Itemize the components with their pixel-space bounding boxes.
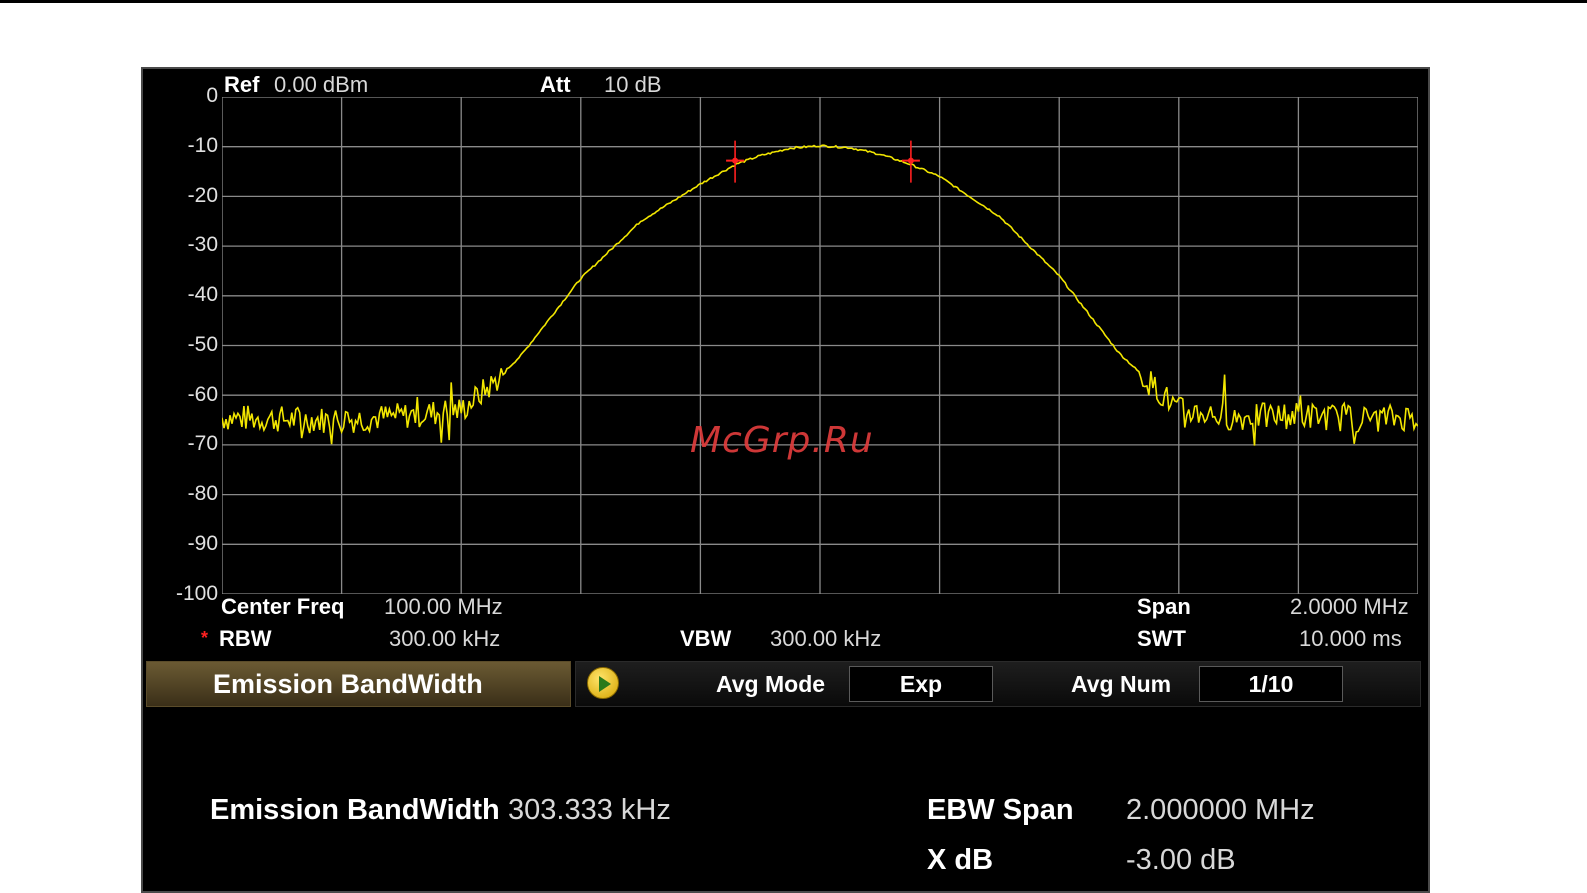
att-label: Att (540, 72, 571, 97)
rbw-value: 300.00 kHz (389, 626, 501, 651)
avg-mode-field[interactable]: Exp (849, 666, 993, 702)
play-icon[interactable] (587, 667, 619, 699)
span-label: Span (1137, 594, 1191, 619)
y-tick: -50 (187, 333, 218, 356)
ebw-span-label: EBW Span (927, 794, 1074, 826)
y-tick: -40 (187, 283, 218, 306)
ref-value: 0.00 dBm (274, 72, 369, 97)
avg-num-field[interactable]: 1/10 (1199, 666, 1343, 702)
ebw-result-label: Emission BandWidth (210, 794, 500, 826)
y-tick: -10 (187, 134, 218, 157)
y-tick: -100 (175, 582, 218, 605)
att-value: 10 dB (604, 72, 662, 97)
ebw-result-value: 303.333 kHz (508, 794, 671, 826)
y-tick: -20 (187, 184, 218, 207)
y-tick: -90 (187, 532, 218, 555)
vbw-value: 300.00 kHz (770, 626, 882, 651)
y-tick: -60 (187, 383, 218, 406)
top-border-line (0, 0, 1587, 3)
center-freq-value: 100.00 MHz (384, 594, 503, 619)
swt-label: SWT (1137, 626, 1186, 651)
avg-num-label: Avg Num (1071, 671, 1172, 697)
y-tick: -80 (187, 482, 218, 505)
spectrum-plot (222, 97, 1418, 594)
xdb-label: X dB (927, 844, 994, 876)
bandwidth-marker-point (732, 157, 739, 164)
measurement-tab[interactable]: Emission BandWidth (146, 661, 571, 707)
rbw-label: RBW (219, 626, 272, 651)
bandwidth-marker-point (907, 157, 914, 164)
ebw-span-value: 2.000000 MHz (1126, 794, 1315, 826)
watermark: McGrp.Ru (690, 420, 874, 461)
y-tick: -70 (187, 432, 218, 455)
xdb-value: -3.00 dB (1126, 844, 1236, 876)
swt-value: 10.000 ms (1299, 626, 1402, 651)
avg-mode-label: Avg Mode (716, 671, 826, 697)
ref-label: Ref (224, 72, 260, 97)
center-freq-label: Center Freq (221, 594, 345, 619)
span-value: 2.0000 MHz (1290, 594, 1409, 619)
y-tick: 0 (206, 84, 218, 107)
y-tick: -30 (187, 233, 218, 256)
rbw-coupled-marker: * (201, 628, 209, 648)
vbw-label: VBW (680, 626, 732, 651)
